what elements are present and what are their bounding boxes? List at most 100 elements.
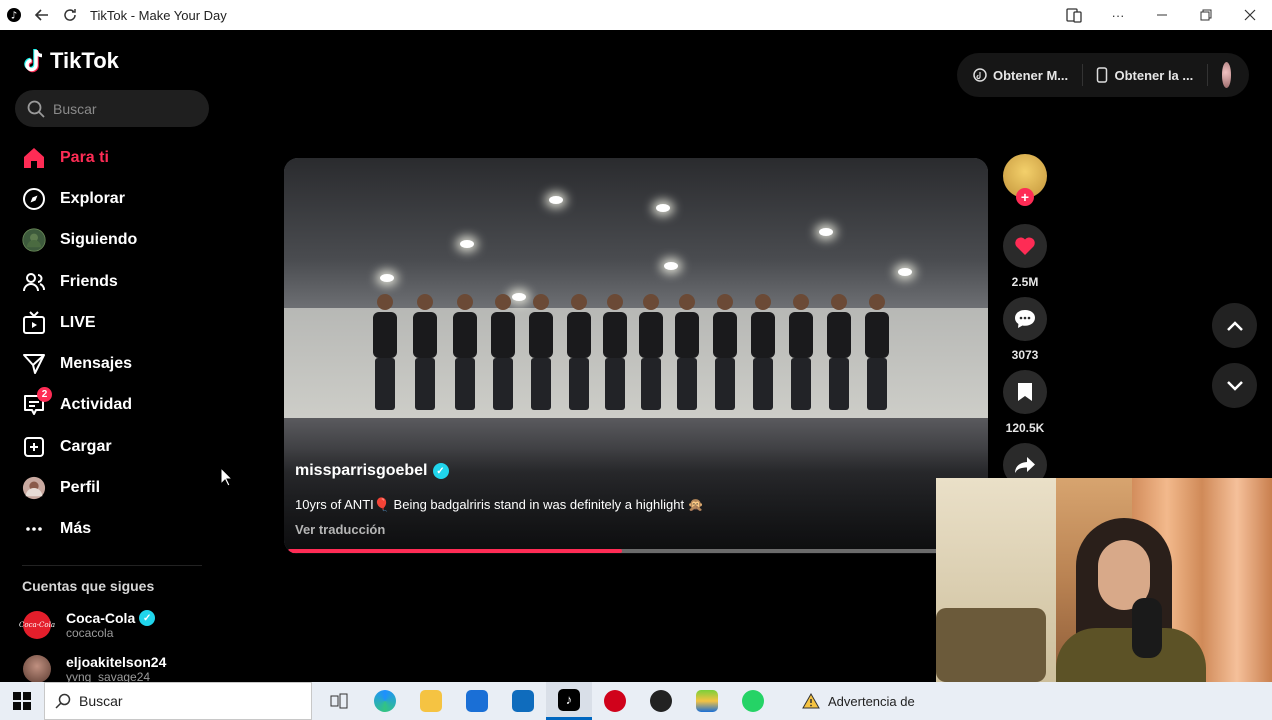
windows-start-button[interactable] (0, 682, 44, 720)
outlook-icon[interactable] (500, 682, 546, 720)
sidebar-divider (22, 565, 202, 566)
brand-name: TikTok (50, 48, 119, 73)
coin-icon (973, 68, 987, 82)
whatsapp-icon[interactable] (730, 682, 776, 720)
previous-video-button[interactable] (1212, 303, 1257, 348)
nav-label: Más (60, 520, 92, 538)
tiktok-note-icon (24, 49, 43, 73)
nav-item-mensajes[interactable]: Mensajes (0, 343, 230, 384)
video-author[interactable]: missparrisgoebel ✓ (295, 462, 449, 480)
more-options-icon[interactable]: ··· (1096, 0, 1140, 30)
following-account[interactable]: eljoakitelson24 yvng_savage24 (23, 654, 166, 684)
dancer (674, 294, 700, 414)
user-avatar[interactable] (1221, 62, 1231, 88)
dancer (528, 294, 554, 414)
home-icon (22, 146, 46, 170)
bookmark-icon (1018, 383, 1032, 401)
minimize-button[interactable] (1140, 0, 1184, 30)
dancer (490, 294, 516, 414)
send-icon (22, 352, 46, 376)
browser-titlebar: ♪ TikTok - Make Your Day ··· (0, 0, 1272, 30)
video-player[interactable]: missparrisgoebel ✓ 10yrs of ANTI🎈 Being … (284, 158, 988, 554)
verified-icon: ✓ (139, 610, 156, 626)
window-title: TikTok - Make Your Day (90, 7, 227, 23)
save-button[interactable] (1003, 370, 1047, 414)
nav-item-siguiendo[interactable]: Siguiendo (0, 220, 230, 261)
dancer (412, 294, 438, 414)
get-app-label: Obtener la ... (1114, 67, 1194, 83)
ceiling-light (460, 240, 474, 248)
compass-icon (22, 187, 46, 211)
like-button[interactable] (1003, 224, 1047, 268)
comment-button[interactable] (1003, 297, 1047, 341)
nav-label: Siguiendo (60, 231, 138, 249)
tiktok-taskbar-icon[interactable]: ♪ (546, 682, 592, 720)
ceiling-light (664, 262, 678, 270)
obs-icon[interactable] (638, 682, 684, 720)
dancer (602, 294, 628, 414)
nav-item-live[interactable]: LIVE (0, 302, 230, 343)
following-section-title: Cuentas que sigues (22, 578, 155, 594)
next-video-button[interactable] (1212, 363, 1257, 408)
dancer (372, 294, 398, 414)
reload-icon[interactable] (56, 0, 84, 30)
dancer (750, 294, 776, 414)
windows-logo-icon (13, 692, 31, 710)
task-view-icon[interactable] (316, 682, 362, 720)
edge-browser-icon[interactable] (362, 682, 408, 720)
get-coins-label: Obtener M... (993, 67, 1069, 83)
upload-plus-icon (22, 435, 46, 459)
nav-label: Para ti (60, 148, 109, 166)
windows-taskbar: Buscar ♪ Advertencia de (0, 682, 1272, 720)
follow-plus-icon[interactable]: + (1016, 188, 1034, 206)
tiktok-logo[interactable]: TikTok (22, 48, 119, 74)
nav-item-friends[interactable]: Friends (0, 261, 230, 302)
nav-item-para-ti[interactable]: Para ti (0, 137, 230, 178)
taskbar-search[interactable]: Buscar (44, 682, 312, 720)
video-progress-bar[interactable] (288, 549, 984, 553)
chevron-down-icon (1226, 380, 1243, 391)
bluestacks-icon[interactable] (684, 682, 730, 720)
verified-icon: ✓ (432, 463, 449, 479)
webcam-microphone (1132, 598, 1162, 658)
dancer (452, 294, 478, 414)
ceiling-light (380, 274, 394, 282)
dancer (712, 294, 738, 414)
chevron-up-icon (1226, 320, 1243, 331)
live-tv-icon (22, 311, 46, 335)
taskbar-warning[interactable]: Advertencia de (802, 693, 915, 709)
nav-item-cargar[interactable]: Cargar (0, 426, 230, 467)
back-arrow-icon[interactable] (28, 0, 56, 30)
dancer (638, 294, 664, 414)
following-avatar-icon (22, 228, 46, 252)
warning-text: Advertencia de (828, 693, 915, 709)
get-coins-button[interactable]: Obtener M... (973, 68, 1068, 83)
nav-label: Friends (60, 272, 118, 290)
red-circle-app-icon[interactable] (592, 682, 638, 720)
save-count: 120.5K (1005, 421, 1045, 435)
webcam-shelf (936, 608, 1046, 682)
heart-icon (1015, 237, 1035, 255)
following-account[interactable]: Coca‑Cola Coca-Cola ✓ cocacola (19, 610, 156, 640)
get-app-button[interactable]: Obtener la ... (1096, 67, 1193, 83)
tiktok-app-icon: ♪ (0, 0, 28, 30)
creator-avatar[interactable]: + (1003, 154, 1047, 206)
search-bar[interactable] (15, 90, 209, 127)
nav-item-mas[interactable]: Más (0, 509, 230, 550)
app-available-icon[interactable] (1052, 0, 1096, 30)
translate-link[interactable]: Ver traducción (295, 522, 385, 537)
nav-item-explorar[interactable]: Explorar (0, 178, 230, 219)
close-button[interactable] (1228, 0, 1272, 30)
account-avatar (23, 655, 51, 683)
search-input[interactable] (53, 100, 203, 117)
webcam-overlay (936, 478, 1272, 682)
nav-item-actividad[interactable]: 2 Actividad (0, 385, 230, 426)
nav-item-perfil[interactable]: Perfil (0, 467, 230, 508)
webcam-streamer (1056, 518, 1206, 682)
nav-label: Actividad (60, 396, 133, 414)
file-explorer-icon[interactable] (408, 682, 454, 720)
restore-button[interactable] (1184, 0, 1228, 30)
friends-icon (22, 270, 46, 294)
microsoft-store-icon[interactable] (454, 682, 500, 720)
nav-label: Cargar (60, 437, 112, 455)
